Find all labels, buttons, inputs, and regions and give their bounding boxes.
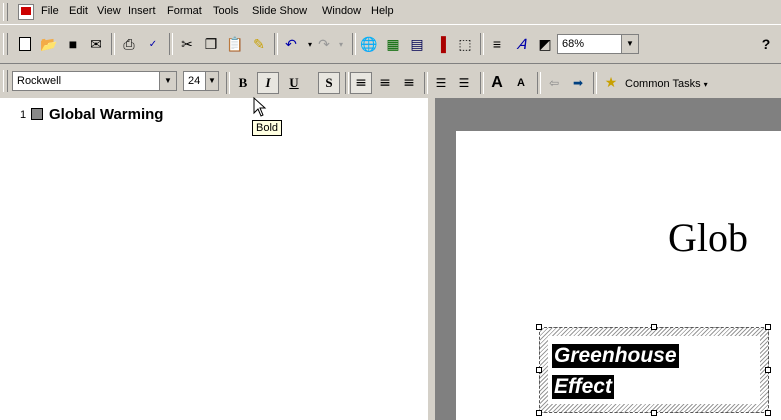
menu-insert[interactable]: Insert — [128, 5, 156, 17]
insert-table-icon[interactable]: ▤ — [406, 33, 428, 55]
chevron-down-icon[interactable]: ▼ — [159, 72, 176, 90]
slide-title[interactable]: Glob — [668, 214, 748, 261]
menu-edit[interactable]: Edit — [69, 5, 88, 17]
align-right-icon[interactable]: ≡ — [398, 72, 420, 94]
mouse-cursor-icon — [253, 97, 267, 117]
show-formatting-icon[interactable]: 𝐴 — [510, 33, 532, 55]
font-size-combo[interactable]: 24 ▼ — [183, 71, 219, 91]
formatting-toolbar-grip[interactable] — [3, 70, 8, 92]
resize-handle[interactable] — [536, 410, 542, 416]
standard-toolbar-grip[interactable] — [3, 33, 8, 55]
menu-file[interactable]: File — [41, 5, 59, 17]
menubar-grip[interactable] — [3, 3, 8, 21]
common-tasks-button[interactable]: Common Tasks ▾ — [625, 78, 708, 90]
resize-handle[interactable] — [765, 410, 771, 416]
email-icon[interactable]: ✉ — [85, 33, 107, 55]
italic-button[interactable]: I — [257, 72, 279, 94]
toolbar-separator — [352, 33, 356, 55]
expand-all-icon[interactable]: ≡ — [486, 33, 508, 55]
resize-handle[interactable] — [536, 324, 542, 330]
spelling-icon[interactable]: ✓ — [142, 33, 164, 55]
paste-icon[interactable]: 📋 — [224, 33, 246, 55]
toolbar-separator — [480, 72, 484, 94]
promote-arrow-icon[interactable]: ⇦ — [543, 72, 565, 94]
print-icon[interactable]: ⎙ — [118, 33, 140, 55]
chevron-down-icon: ▾ — [703, 80, 708, 89]
redo-dropdown-icon[interactable]: ▾ — [330, 33, 352, 55]
menu-tools[interactable]: Tools — [213, 5, 239, 17]
chevron-down-icon[interactable]: ▼ — [621, 35, 638, 53]
open-folder-icon[interactable]: 📂 — [38, 33, 60, 55]
copy-icon[interactable]: ❐ — [200, 33, 222, 55]
zoom-value: 68% — [562, 38, 585, 50]
bold-button[interactable]: B — [232, 72, 254, 94]
menu-slide-show[interactable]: Slide Show — [252, 5, 307, 17]
toolbar-separator — [226, 72, 230, 94]
toolbar-separator — [169, 33, 173, 55]
common-tasks-label: Common Tasks — [625, 78, 701, 90]
menu-format[interactable]: Format — [167, 5, 202, 17]
toolbar-separator — [274, 33, 278, 55]
bullets-icon[interactable]: ☰ — [453, 72, 475, 94]
underline-button[interactable]: U — [283, 72, 305, 94]
menu-help[interactable]: Help — [371, 5, 394, 17]
help-glyph: ? — [761, 36, 771, 52]
help-icon[interactable]: ? — [755, 33, 777, 55]
demote-arrow-icon[interactable]: ➡ — [567, 72, 589, 94]
resize-handle[interactable] — [651, 324, 657, 330]
tables-borders-icon[interactable]: ▦ — [382, 33, 404, 55]
insert-chart-icon[interactable]: ▐ — [430, 33, 452, 55]
numbering-icon[interactable]: ☰ — [430, 72, 452, 94]
font-name-combo[interactable]: Rockwell ▼ — [12, 71, 177, 91]
resize-handle[interactable] — [765, 367, 771, 373]
hyperlink-globe-icon[interactable]: 🌐 — [358, 33, 380, 55]
toolbar-separator — [345, 72, 349, 94]
powerpoint-app-icon[interactable] — [18, 4, 34, 20]
menu-view[interactable]: View — [97, 5, 121, 17]
selected-textbox[interactable] — [539, 327, 769, 413]
standard-toolbar: 📂 ■ ✉ ⎙ ✓ ✂ ❐ 📋 ✎ ↶ ▾ ↷ ▾ 🌐 ▦ ▤ ▐ ⬚ ≡ 𝐴 … — [0, 25, 781, 64]
new-slide-icon[interactable]: ⬚ — [454, 33, 476, 55]
toolbar-separator — [111, 33, 115, 55]
save-icon[interactable]: ■ — [62, 33, 84, 55]
chevron-down-icon[interactable]: ▼ — [205, 72, 218, 90]
align-center-icon[interactable]: ≡ — [374, 72, 396, 94]
font-name-value: Rockwell — [17, 75, 62, 87]
outline-slide-title[interactable]: Global Warming — [49, 106, 163, 123]
toolbar-separator — [593, 72, 597, 94]
textbox-line-greenhouse[interactable]: Greenhouse — [552, 344, 679, 368]
toolbar-separator — [537, 72, 541, 94]
toolbar-separator — [424, 72, 428, 94]
star-tasks-icon[interactable]: ★ — [600, 72, 622, 94]
align-left-icon[interactable]: ≡ — [350, 72, 372, 94]
cut-icon[interactable]: ✂ — [176, 33, 198, 55]
new-document-icon[interactable] — [14, 33, 36, 55]
zoom-combo[interactable]: 68% ▼ — [557, 34, 639, 54]
toolbar-separator — [480, 33, 484, 55]
slide-icon[interactable] — [31, 108, 43, 120]
resize-handle[interactable] — [765, 324, 771, 330]
increase-font-size-button[interactable]: A — [486, 72, 508, 94]
decrease-font-size-button[interactable]: A — [510, 72, 532, 94]
bold-tooltip: Bold — [252, 120, 283, 136]
resize-handle[interactable] — [651, 410, 657, 416]
shadow-button[interactable]: S — [318, 72, 340, 94]
font-size-value: 24 — [188, 75, 201, 87]
format-painter-icon[interactable]: ✎ — [248, 33, 270, 55]
menu-bar: File Edit View Insert Format Tools Slide… — [0, 0, 781, 25]
textbox-line-effect[interactable]: Effect — [552, 375, 614, 399]
menu-window[interactable]: Window — [322, 5, 361, 17]
resize-handle[interactable] — [536, 367, 542, 373]
grayscale-preview-icon[interactable]: ◩ — [534, 33, 556, 55]
outline-pane[interactable]: 1 Global Warming — [0, 98, 428, 420]
outline-slide-number: 1 — [20, 109, 27, 121]
